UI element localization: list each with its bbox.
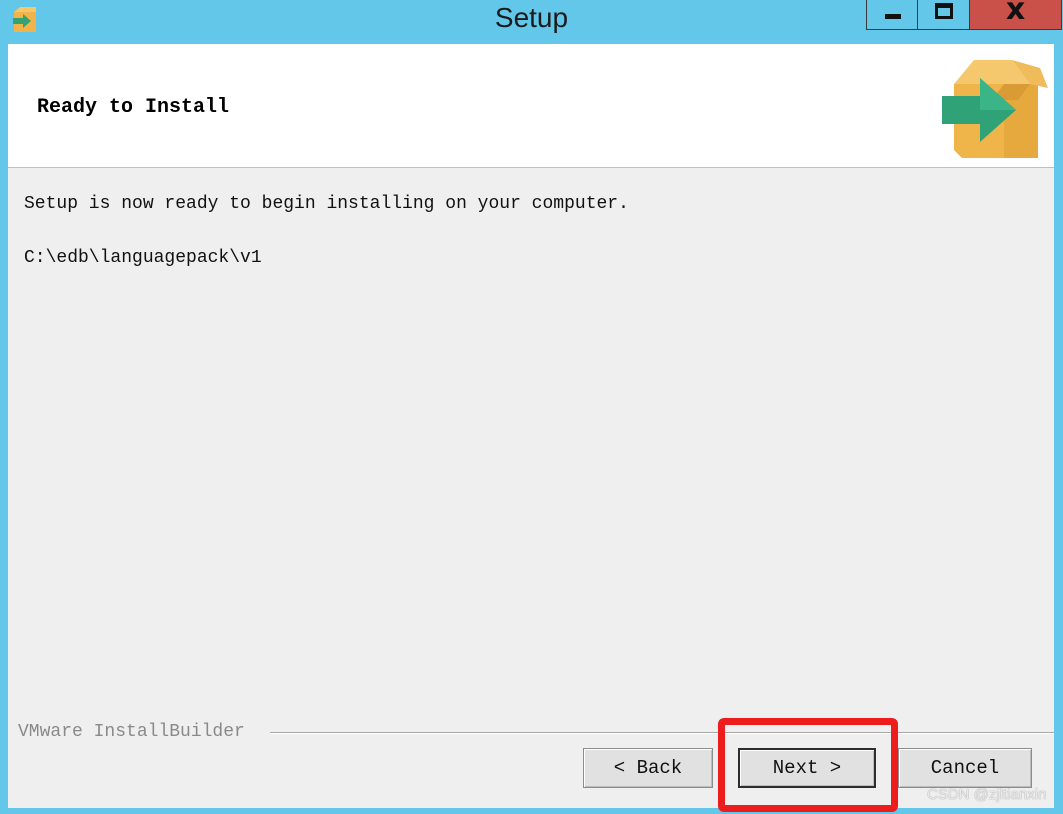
back-button[interactable]: < Back	[583, 748, 713, 788]
maximize-button[interactable]	[918, 0, 970, 30]
minimize-button[interactable]	[866, 0, 918, 30]
installbuilder-brand: VMware InstallBuilder	[18, 722, 245, 742]
page-title: Ready to Install	[37, 96, 230, 119]
next-button-highlight	[718, 718, 898, 812]
close-button[interactable]: x	[970, 0, 1062, 30]
install-path: C:\edb\languagepack\v1	[24, 248, 262, 268]
cancel-button[interactable]: Cancel	[898, 748, 1032, 788]
title-bar[interactable]: Setup x	[0, 0, 1063, 44]
close-icon: x	[1005, 0, 1026, 27]
dialog-client-area: Ready to Install Setup is now ready to b…	[8, 44, 1054, 812]
minimize-icon	[885, 14, 901, 19]
watermark: CSDN @zjltianxin	[927, 786, 1047, 803]
ready-message: Setup is now ready to begin installing o…	[24, 194, 629, 214]
page-header: Ready to Install	[8, 44, 1054, 168]
maximize-icon	[935, 3, 953, 19]
installer-box-arrow-icon	[942, 60, 1048, 158]
setup-window: Setup x Ready to Install Setup is now re…	[0, 0, 1063, 814]
footer-divider	[270, 732, 1054, 734]
